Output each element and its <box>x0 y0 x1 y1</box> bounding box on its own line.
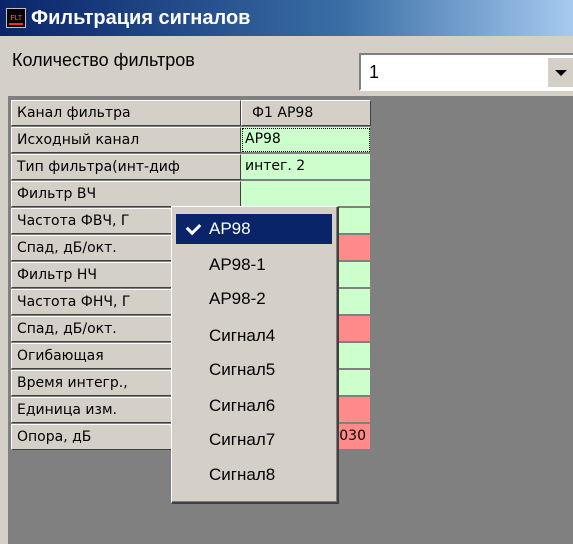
grid-row-label: Канал фильтра <box>11 100 241 126</box>
dropdown-option-label: Сигнал6 <box>209 396 276 415</box>
grid-row-label: Исходный канал <box>11 127 241 153</box>
grid-empty-area <box>372 96 573 544</box>
grid-row-label: Фильтр ВЧ <box>11 181 241 207</box>
app-icon-text: FLT <box>10 14 22 22</box>
grid-row-value[interactable]: Ф1 АР98 <box>241 100 371 126</box>
filter-count-dropdown-button[interactable] <box>547 57 573 87</box>
filter-count-combobox[interactable]: 1 <box>359 53 573 91</box>
filter-count-row: Количество фильтров 1 <box>0 36 573 96</box>
grid-row-label: Тип фильтра(инт-диф <box>11 154 241 180</box>
title-bar[interactable]: FLT Фильтрация сигналов <box>0 0 573 36</box>
dropdown-option[interactable]: Сигнал4 <box>176 321 332 351</box>
dropdown-option-label: Сигнал7 <box>209 430 276 449</box>
checkmark-icon <box>185 219 202 236</box>
dropdown-option[interactable]: АР98-2 <box>176 284 332 314</box>
dropdown-option[interactable]: Сигнал6 <box>176 391 332 421</box>
dropdown-option-label: АР98-2 <box>209 289 266 308</box>
dropdown-option-label: Сигнал4 <box>209 326 276 345</box>
dropdown-option[interactable]: АР98-1 <box>176 250 332 280</box>
filter-window: FLT Фильтрация сигналов Количество фильт… <box>0 0 573 544</box>
window-title: Фильтрация сигналов <box>31 7 251 29</box>
dropdown-option[interactable]: Сигнал8 <box>176 460 332 490</box>
grid-row-value[interactable]: интег. 2 <box>241 154 371 180</box>
filter-count-label: Количество фильтров <box>12 50 195 70</box>
dropdown-option-label: Сигнал8 <box>209 465 276 484</box>
flt-app-icon[interactable]: FLT <box>6 8 26 28</box>
grid-row-value[interactable]: АР98 <box>241 127 371 153</box>
filter-count-value: 1 <box>369 62 380 82</box>
dropdown-option[interactable]: Сигнал5 <box>176 355 332 385</box>
dropdown-option[interactable]: АР98 <box>176 214 332 244</box>
grid-row-value[interactable] <box>241 181 371 207</box>
channel-dropdown-list[interactable]: АР98 АР98-1 АР98-2 Сигнал4 Сигнал5 Сигнал6 Сиг… <box>171 206 339 504</box>
dropdown-option-label: АР98-1 <box>209 255 266 274</box>
chevron-down-icon <box>555 70 567 76</box>
dropdown-option-label: Сигнал5 <box>209 360 276 379</box>
dropdown-option-label: АР98 <box>209 219 251 238</box>
dropdown-option[interactable]: Сигнал7 <box>176 425 332 455</box>
